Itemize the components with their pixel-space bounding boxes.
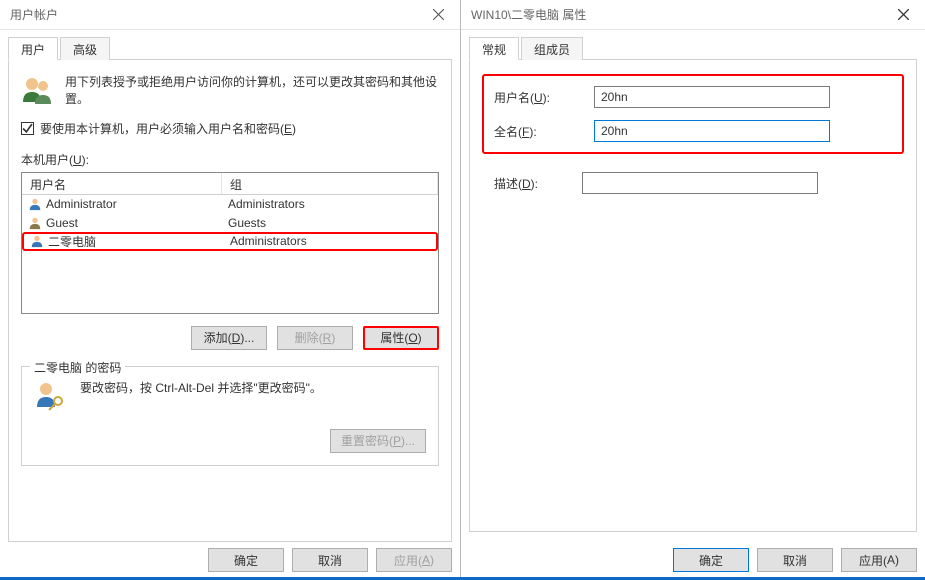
ok-button[interactable]: 确定 (208, 548, 284, 572)
user-icon (28, 216, 42, 230)
intro-text: 用下列表授予或拒绝用户访问你的计算机，还可以更改其密码和其他设置。 (65, 74, 439, 108)
users-listview[interactable]: 用户名 组 Administrator Administrators (21, 172, 439, 314)
ok-button[interactable]: 确定 (673, 548, 749, 572)
tab-panel-user: 用下列表授予或拒绝用户访问你的计算机，还可以更改其密码和其他设置。 要使用本计算… (8, 60, 452, 542)
tab-panel-general: 用户名(U): 全名(F): 描述(D): (469, 60, 917, 532)
password-groupbox: 二零电脑 的密码 要改密码，按 Ctrl-Alt-Del 并选择"更改密码"。 … (21, 366, 439, 466)
description-label: 描述(D): (482, 175, 582, 192)
add-button[interactable]: 添加(D)... (191, 326, 267, 350)
titlebar: WIN10\二零电脑 属性 (461, 0, 925, 30)
tab-general[interactable]: 常规 (469, 37, 519, 60)
user-properties-dialog: WIN10\二零电脑 属性 常规 组成员 用户名(U): (461, 0, 925, 580)
tab-members[interactable]: 组成员 (521, 37, 583, 60)
cancel-button[interactable]: 取消 (292, 548, 368, 572)
list-item-selected[interactable]: 二零电脑 Administrators (22, 232, 438, 251)
highlighted-fields: 用户名(U): 全名(F): (482, 74, 904, 154)
description-field[interactable] (582, 172, 818, 194)
close-button[interactable] (881, 0, 925, 30)
user-icon (30, 234, 44, 248)
password-text: 要改密码，按 Ctrl-Alt-Del 并选择"更改密码"。 (80, 379, 322, 396)
users-icon (21, 74, 53, 106)
username-field[interactable] (594, 86, 830, 108)
properties-button[interactable]: 属性(O) (363, 326, 439, 350)
apply-button[interactable]: 应用(A) (376, 548, 452, 572)
titlebar: 用户帐户 (0, 0, 460, 30)
dialog-title: WIN10\二零电脑 属性 (471, 6, 881, 23)
dialog-title: 用户帐户 (10, 6, 416, 23)
list-item[interactable]: Administrator Administrators (22, 195, 438, 214)
checkbox-icon (21, 122, 34, 135)
user-accounts-dialog: 用户帐户 用户 高级 用下列表授予或拒绝用户访问你的计算机，还可以更改其密码和其… (0, 0, 461, 580)
apply-button[interactable]: 应用(A) (841, 548, 917, 572)
column-group[interactable]: 组 (222, 173, 438, 194)
listview-header: 用户名 组 (22, 173, 438, 195)
groupbox-title: 二零电脑 的密码 (30, 359, 125, 376)
close-button[interactable] (416, 0, 460, 30)
require-password-checkbox[interactable]: 要使用本计算机，用户必须输入用户名和密码(E) (21, 120, 439, 137)
close-icon (433, 9, 444, 20)
username-label: 用户名(U): (494, 89, 594, 106)
user-icon (28, 197, 42, 211)
key-user-icon (34, 379, 66, 411)
fullname-label: 全名(F): (494, 123, 594, 140)
list-item[interactable]: Guest Guests (22, 214, 438, 233)
users-list-label: 本机用户(U): (21, 151, 439, 168)
tab-user[interactable]: 用户 (8, 37, 58, 60)
close-icon (898, 9, 909, 20)
tabs: 常规 组成员 (469, 36, 917, 60)
tab-advanced[interactable]: 高级 (60, 37, 110, 60)
cancel-button[interactable]: 取消 (757, 548, 833, 572)
tabs: 用户 高级 (8, 36, 452, 60)
checkbox-label: 要使用本计算机，用户必须输入用户名和密码(E) (40, 120, 296, 137)
remove-button[interactable]: 删除(R) (277, 326, 353, 350)
fullname-field[interactable] (594, 120, 830, 142)
column-username[interactable]: 用户名 (22, 173, 222, 194)
reset-password-button[interactable]: 重置密码(P)... (330, 429, 426, 453)
